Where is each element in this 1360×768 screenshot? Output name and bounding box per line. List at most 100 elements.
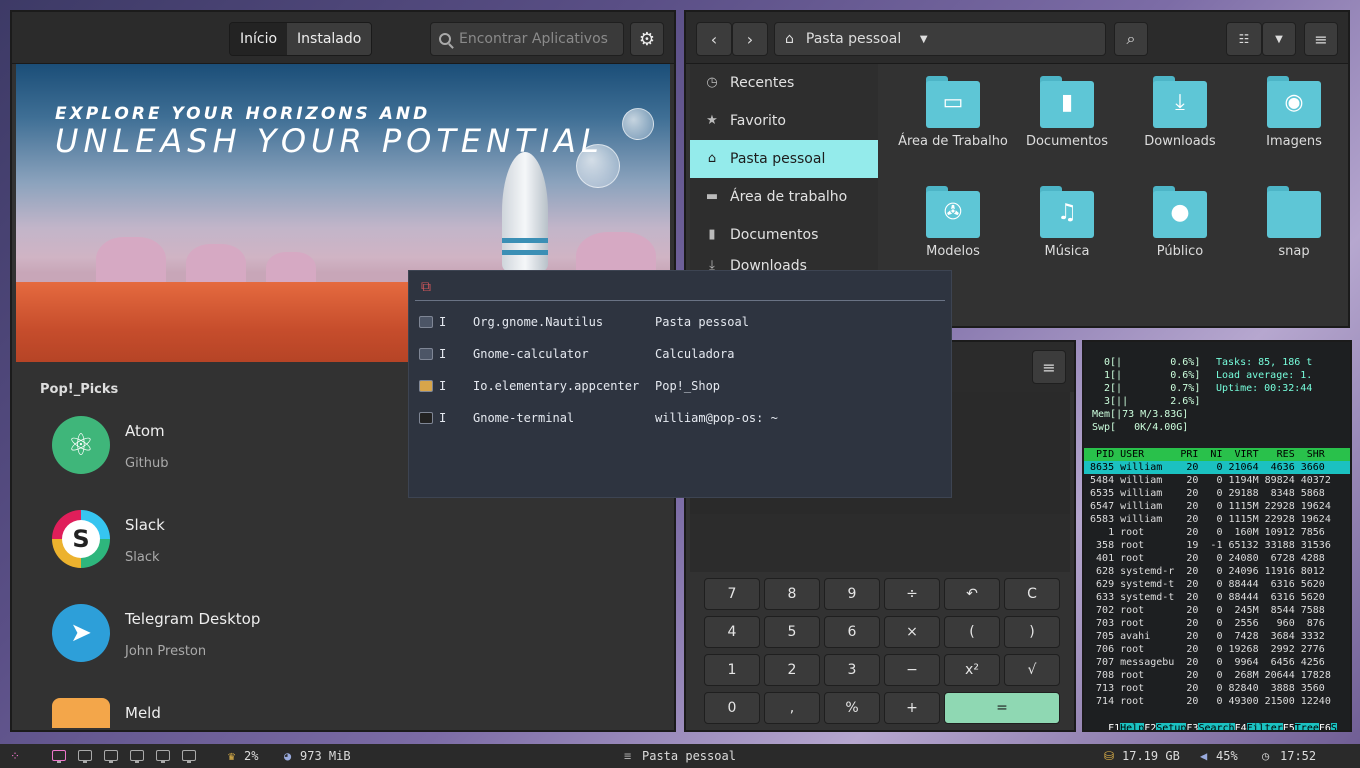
key-7[interactable]: 7 (704, 578, 760, 610)
folder-publico[interactable]: ● Público (1123, 186, 1237, 259)
switcher-item-nautilus[interactable]: I Org.gnome.Nautilus Pasta pessoal (419, 312, 939, 332)
tab-instalado[interactable]: Instalado (287, 23, 372, 55)
apps-menu-icon[interactable]: ⁘ (10, 744, 20, 768)
folder-documentos[interactable]: ▮ Documentos (1010, 76, 1124, 149)
key-percent[interactable]: % (824, 692, 880, 724)
key-close-paren[interactable]: ) (1004, 616, 1060, 648)
workspace-6-icon[interactable] (182, 750, 196, 763)
process-row[interactable]: 5484 william 20 0 1194M 89824 40372 (1084, 474, 1350, 487)
sidebar-item-favorito[interactable]: ★ Favorito (690, 102, 878, 140)
switcher-item-calculator[interactable]: I Gnome-calculator Calculadora (419, 344, 939, 364)
workspace-2-icon[interactable] (78, 750, 92, 763)
key-6[interactable]: 6 (824, 616, 880, 648)
calc-display[interactable] (690, 514, 1070, 572)
process-row[interactable]: 633 systemd-t 20 0 88444 6316 5620 (1084, 591, 1350, 604)
key-sqrt[interactable]: √ (1004, 654, 1060, 686)
key-1[interactable]: 1 (704, 654, 760, 686)
fkey-sort[interactable]: S (1330, 723, 1337, 730)
workspace-4-icon[interactable] (130, 750, 144, 763)
fkey-tree[interactable]: Tree (1294, 723, 1319, 730)
key-undo[interactable]: ↶ (944, 578, 1000, 610)
calc-menu-button[interactable]: ≡ (1032, 350, 1066, 384)
process-row[interactable]: 6583 william 20 0 1115M 22928 19624 (1084, 513, 1350, 526)
workspace-1-icon[interactable] (52, 750, 66, 763)
active-window-title[interactable]: Pasta pessoal (642, 744, 736, 768)
key-4[interactable]: 4 (704, 616, 760, 648)
process-row[interactable]: 358 root 19 -1 65132 33188 31536 (1084, 539, 1350, 552)
key-5[interactable]: 5 (764, 616, 820, 648)
process-row[interactable]: 628 systemd-r 20 0 24096 11916 8012 (1084, 565, 1350, 578)
process-row[interactable]: 401 root 20 0 24080 6728 4288 (1084, 552, 1350, 565)
terminal-window[interactable]: 0[| 0.6%] 1[| 0.6%] 2[| 0.7%] 3[|| 2.6%]… (1082, 340, 1352, 732)
app-item-meld[interactable]: Meld (52, 698, 612, 728)
process-row[interactable]: 6535 william 20 0 29188 8348 5868 (1084, 487, 1350, 500)
sidebar-item-pasta-pessoal[interactable]: ⌂ Pasta pessoal (690, 140, 878, 178)
fkey-filter[interactable]: Filter (1246, 723, 1283, 730)
switcher-item-terminal[interactable]: I Gnome-terminal william@pop-os: ~ (419, 408, 939, 428)
back-button[interactable]: ‹ (696, 22, 732, 56)
clock[interactable]: 17:52 (1280, 744, 1316, 768)
folder-area-de-trabalho[interactable]: ▭ Área de Trabalho (896, 76, 1010, 149)
app-item-telegram[interactable]: ➤ Telegram Desktop John Preston (52, 604, 612, 674)
chevron-down-icon: ▼ (1275, 33, 1283, 45)
switcher-item-appcenter[interactable]: I Io.elementary.appcenter Pop!_Shop (419, 376, 939, 396)
sidebar-item-documentos[interactable]: ▮ Documentos (690, 216, 878, 254)
process-row[interactable]: 702 root 20 0 245M 8544 7588 (1084, 604, 1350, 617)
forward-button[interactable]: › (732, 22, 768, 56)
view-list-button[interactable]: ☷ (1226, 22, 1262, 56)
process-row[interactable]: 706 root 20 0 19268 2992 2776 (1084, 643, 1350, 656)
sidebar-item-area-de-trabalho[interactable]: ▬ Área de trabalho (690, 178, 878, 216)
process-row[interactable]: 6547 william 20 0 1115M 22928 19624 (1084, 500, 1350, 513)
process-row[interactable]: 708 root 20 0 268M 20644 17828 (1084, 669, 1350, 682)
key-9[interactable]: 9 (824, 578, 880, 610)
process-row[interactable]: 629 systemd-t 20 0 88444 6316 5620 (1084, 578, 1350, 591)
key-equals[interactable]: = (944, 692, 1060, 724)
process-row[interactable]: 705 avahi 20 0 7428 3684 3332 (1084, 630, 1350, 643)
process-row[interactable]: 703 root 20 0 2556 960 876 (1084, 617, 1350, 630)
key-divide[interactable]: ÷ (884, 578, 940, 610)
folder-label: Downloads (1144, 134, 1216, 149)
key-multiply[interactable]: × (884, 616, 940, 648)
settings-button[interactable]: ⚙ (630, 22, 664, 56)
switcher-item-title: Calculadora (655, 347, 735, 361)
sidebar-item-recentes[interactable]: ◷ Recentes (690, 64, 878, 102)
fkey-search[interactable]: Search (1198, 723, 1235, 730)
process-row[interactable]: 707 messagebu 20 0 9964 6456 4256 (1084, 656, 1350, 669)
view-options-button[interactable]: ▼ (1262, 22, 1296, 56)
key-comma[interactable]: , (764, 692, 820, 724)
volume-icon[interactable]: ◀ (1200, 744, 1207, 768)
desktop-folder-icon: ▭ (926, 76, 980, 128)
workspace-5-icon[interactable] (156, 750, 170, 763)
folder-modelos[interactable]: ✇ Modelos (896, 186, 1010, 259)
key-3[interactable]: 3 (824, 654, 880, 686)
key-plus[interactable]: + (884, 692, 940, 724)
process-row[interactable]: 713 root 20 0 82840 3888 3560 (1084, 682, 1350, 695)
tab-inicio[interactable]: Início (230, 23, 288, 55)
folder-snap[interactable]: snap (1237, 186, 1351, 259)
key-8[interactable]: 8 (764, 578, 820, 610)
fkey: F3 (1186, 723, 1199, 732)
folder-imagens[interactable]: ◉ Imagens (1237, 76, 1351, 149)
key-0[interactable]: 0 (704, 692, 760, 724)
process-row[interactable]: 8635 william 20 0 21064 4636 3660 (1084, 461, 1350, 474)
key-clear[interactable]: C (1004, 578, 1060, 610)
volume-level[interactable]: 45% (1216, 744, 1238, 768)
search-button[interactable]: ⌕ (1114, 22, 1148, 56)
menu-button[interactable]: ≡ (1304, 22, 1338, 56)
folder-downloads[interactable]: ⤓ Downloads (1123, 76, 1237, 149)
app-item-slack[interactable]: S Slack Slack (52, 510, 612, 580)
process-row[interactable]: 1 root 20 0 160M 10912 7856 (1084, 526, 1350, 539)
location-bar[interactable]: ⌂ Pasta pessoal ▼ (774, 22, 1106, 56)
key-square[interactable]: x² (944, 654, 1000, 686)
workspace-3-icon[interactable] (104, 750, 118, 763)
key-minus[interactable]: − (884, 654, 940, 686)
folder-musica[interactable]: ♫ Música (1010, 186, 1124, 259)
process-row[interactable]: 714 root 20 0 49300 21500 12240 (1084, 695, 1350, 708)
fkey-help[interactable]: Help (1120, 723, 1145, 730)
fkey-setup[interactable]: Setup (1156, 723, 1187, 730)
key-open-paren[interactable]: ( (944, 616, 1000, 648)
cpu-icon: ♛ (228, 749, 236, 763)
shop-search-input[interactable]: Encontrar Aplicativos (430, 22, 624, 56)
templates-folder-icon: ✇ (926, 186, 980, 238)
key-2[interactable]: 2 (764, 654, 820, 686)
